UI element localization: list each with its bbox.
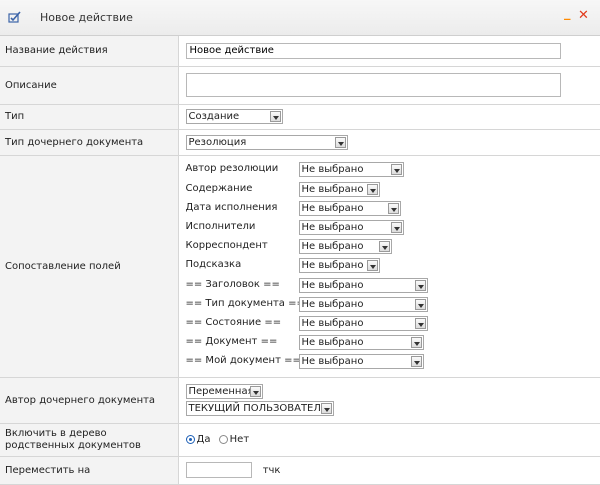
mapping-select-value: Не выбрано: [302, 260, 364, 271]
chevron-down-icon: [411, 356, 422, 367]
mapping-field-name: == Мой документ ==: [186, 355, 301, 366]
type-select[interactable]: Создание: [186, 109, 283, 124]
move-to-input[interactable]: [186, 462, 252, 478]
mapping-select-value: Не выбрано: [302, 299, 364, 310]
mapping-select-value: Не выбрано: [302, 280, 364, 291]
radio-no[interactable]: [219, 435, 228, 444]
mapping-field-name: Содержание: [186, 183, 253, 194]
child-doc-type-value: Резолюция: [189, 137, 247, 148]
row-include-related: Включить в дерево родственных документов…: [0, 423, 600, 456]
mapping-row: Автор резолюции Не выбрано: [186, 160, 600, 179]
mapping-select[interactable]: Не выбрано: [299, 258, 380, 273]
action-name-input[interactable]: [186, 43, 561, 59]
author-value-select[interactable]: ТЕКУЩИЙ ПОЛЬЗОВАТЕЛЬ: [186, 401, 334, 416]
action-icon: [7, 9, 23, 25]
action-name-label: Название действия: [0, 36, 178, 66]
chevron-down-icon: [411, 337, 422, 348]
mapping-select-value: Не выбрано: [302, 222, 364, 233]
mapping-select[interactable]: Не выбрано: [299, 335, 424, 350]
minimize-button[interactable]: _: [564, 6, 571, 21]
window-title: Новое действие: [40, 11, 133, 24]
mapping-field-name: Подсказка: [186, 259, 242, 270]
row-child-doc-author: Автор дочернего документа Переменная ТЕК…: [0, 377, 600, 423]
chevron-down-icon: [367, 184, 378, 195]
author-mode-value: Переменная: [189, 386, 254, 397]
chevron-down-icon: [367, 260, 378, 271]
mapping-select-value: Не выбрано: [302, 337, 364, 348]
type-select-value: Создание: [189, 111, 240, 122]
mapping-select[interactable]: Не выбрано: [299, 297, 428, 312]
radio-yes[interactable]: [186, 435, 195, 444]
author-mode-select[interactable]: Переменная: [186, 384, 263, 399]
window-titlebar: Новое действие _ ✕: [0, 0, 600, 36]
close-button[interactable]: ✕: [578, 8, 589, 23]
mapping-field-name: == Тип документа ==: [186, 298, 305, 309]
mapping-field-name: == Состояние ==: [186, 317, 282, 328]
mapping-row: Подсказка Не выбрано: [186, 256, 600, 275]
description-textarea[interactable]: [186, 73, 561, 97]
mapping-select[interactable]: Не выбрано: [299, 220, 404, 235]
mapping-row: == Тип документа == Не выбрано: [186, 295, 600, 314]
author-value: ТЕКУЩИЙ ПОЛЬЗОВАТЕЛЬ: [189, 403, 328, 414]
row-child-doc-type: Тип дочернего документа Резолюция: [0, 129, 600, 155]
mapping-field-name: Корреспондент: [186, 240, 268, 251]
mapping-field-name: Дата исполнения: [186, 202, 278, 213]
mapping-select[interactable]: Не выбрано: [299, 278, 428, 293]
mapping-select-value: Не выбрано: [302, 164, 364, 175]
mapping-select[interactable]: Не выбрано: [299, 182, 380, 197]
mapping-select-value: Не выбрано: [302, 356, 364, 367]
type-label: Тип: [0, 104, 178, 129]
row-field-mapping: Сопоставление полей Автор резолюции Не в…: [0, 155, 600, 377]
chevron-down-icon: [335, 137, 346, 148]
mapping-row: Дата исполнения Не выбрано: [186, 199, 600, 218]
chevron-down-icon: [415, 318, 426, 329]
row-type: Тип Создание: [0, 104, 600, 129]
chevron-down-icon: [270, 111, 281, 122]
chevron-down-icon: [250, 386, 261, 397]
mapping-field-name: Автор резолюции: [186, 163, 279, 174]
move-to-label: Переместить на: [0, 456, 178, 484]
chevron-down-icon: [321, 403, 332, 414]
mapping-select[interactable]: Не выбрано: [299, 201, 401, 216]
mapping-select-value: Не выбрано: [302, 184, 364, 195]
chevron-down-icon: [415, 280, 426, 291]
mapping-row: Содержание Не выбрано: [186, 180, 600, 199]
mapping-row: Исполнители Не выбрано: [186, 218, 600, 237]
row-action-name: Название действия: [0, 36, 600, 66]
radio-yes-label: Да: [197, 434, 211, 445]
radio-no-label: Нет: [230, 434, 250, 445]
description-label: Описание: [0, 66, 178, 104]
mapping-select[interactable]: Не выбрано: [299, 162, 404, 177]
chevron-down-icon: [379, 241, 390, 252]
field-mapping-label: Сопоставление полей: [0, 155, 178, 377]
mapping-select[interactable]: Не выбрано: [299, 354, 424, 369]
mapping-row: == Мой документ == Не выбрано: [186, 352, 600, 371]
chevron-down-icon: [391, 164, 402, 175]
action-form: Название действия Описание Тип Создание …: [0, 36, 600, 485]
mapping-field-name: Исполнители: [186, 221, 256, 232]
child-doc-type-label: Тип дочернего документа: [0, 129, 178, 155]
row-move-to: Переместить на тчк: [0, 456, 600, 484]
mapping-row: Корреспондент Не выбрано: [186, 237, 600, 256]
mapping-row: == Документ == Не выбрано: [186, 333, 600, 352]
mapping-select-value: Не выбрано: [302, 241, 364, 252]
child-doc-type-select[interactable]: Резолюция: [186, 135, 348, 150]
mapping-row: == Заголовок == Не выбрано: [186, 276, 600, 295]
chevron-down-icon: [388, 203, 399, 214]
mapping-select[interactable]: Не выбрано: [299, 316, 428, 331]
include-related-label: Включить в дерево родственных документов: [0, 423, 178, 456]
move-to-unit: тчк: [263, 465, 281, 476]
mapping-field-name: == Документ ==: [186, 336, 278, 347]
chevron-down-icon: [415, 299, 426, 310]
child-doc-author-label: Автор дочернего документа: [0, 377, 178, 423]
chevron-down-icon: [391, 222, 402, 233]
mapping-select-value: Не выбрано: [302, 203, 364, 214]
mapping-field-name: == Заголовок ==: [186, 279, 280, 290]
mapping-row: == Состояние == Не выбрано: [186, 314, 600, 333]
row-description: Описание: [0, 66, 600, 104]
mapping-select[interactable]: Не выбрано: [299, 239, 392, 254]
mapping-select-value: Не выбрано: [302, 318, 364, 329]
